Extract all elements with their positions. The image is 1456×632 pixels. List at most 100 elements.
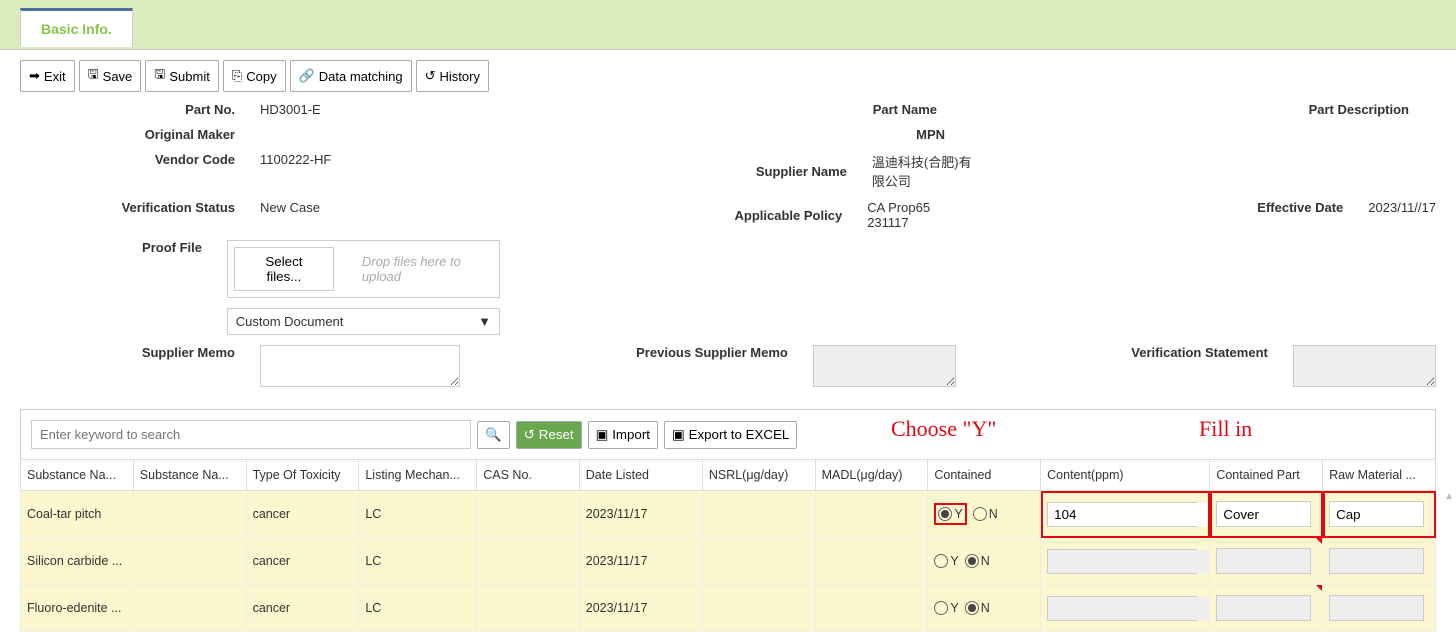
col-listing-mechanism[interactable]: Listing Mechan... [359,460,477,491]
cell-part [1210,491,1323,538]
cell-name2 [133,585,246,632]
label-part-name: Part Name [492,102,962,117]
cell-madl [815,538,928,585]
col-date-listed[interactable]: Date Listed [579,460,702,491]
toolbar: ➡Exit 🖫Save 🖫Submit ⎘Copy 🔗Data matching… [0,50,1456,102]
substance-grid: Substance Na... Substance Na... Type Of … [20,459,1436,632]
col-type-toxicity[interactable]: Type Of Toxicity [246,460,359,491]
cell-raw [1323,585,1436,632]
cell-name: Silicon carbide ... [21,538,134,585]
table-row: Fluoro-edenite ... cancer LC 2023/11/17 … [21,585,1436,632]
submit-button[interactable]: 🖫Submit [145,60,219,92]
submit-icon: 🖫 [154,65,165,87]
table-row: Coal-tar pitch cancer LC 2023/11/17 Y N … [21,491,1436,538]
save-button[interactable]: 🖫Save [79,60,142,92]
table-row: Silicon carbide ... cancer LC 2023/11/17… [21,538,1436,585]
radio-n[interactable] [973,507,987,521]
value-part-no: HD3001-E [260,102,321,117]
label-part-desc: Part Description [964,102,1434,117]
radio-y[interactable] [938,507,952,521]
col-substance-name-1[interactable]: Substance Na... [21,460,134,491]
search-input[interactable] [31,420,471,449]
col-madl[interactable]: MADL(μg/day) [815,460,928,491]
col-contained-part[interactable]: Contained Part [1210,460,1323,491]
radio-n[interactable] [965,601,979,615]
value-vendor-code: 1100222-HF [260,152,331,167]
cell-cas [477,538,580,585]
cell-name: Coal-tar pitch [21,491,134,538]
contained-part-input [1216,595,1311,621]
annotation-fill-in: Fill in [1199,416,1252,442]
col-contained[interactable]: Contained [928,460,1041,491]
supplier-memo-input[interactable] [260,345,460,387]
content-ppm-input-wrap: ▲▼ [1047,549,1197,574]
tab-basic-info[interactable]: Basic Info. [20,8,133,47]
import-button[interactable]: ▣Import [588,421,658,449]
label-effective-date: Effective Date [956,200,1368,215]
verification-statement [1293,345,1436,387]
value-supplier-name: 溫迪科技(合肥)有限公司 [872,152,980,190]
col-cas-no[interactable]: CAS No. [477,460,580,491]
col-substance-name-2[interactable]: Substance Na... [133,460,246,491]
link-icon: 🔗 [299,68,315,84]
label-verification-statement: Verification Statement [956,345,1293,360]
chevron-down-icon: ▼ [478,314,491,329]
label-prev-supplier-memo: Previous Supplier Memo [476,345,813,360]
col-nsrl[interactable]: NSRL(μg/day) [702,460,815,491]
reset-icon: ↺ [524,427,535,443]
annotation-choose-y: Choose "Y" [891,416,996,442]
cell-toxicity: cancer [246,538,359,585]
value-verification-status: New Case [260,200,320,215]
cell-nsrl [702,585,815,632]
cell-ppm: ▲▼ [1041,538,1210,585]
content-ppm-input[interactable] [1048,503,1210,526]
cell-nsrl [702,538,815,585]
value-applicable-policy: CA Prop65 231117 [867,200,956,230]
cell-contained: Y N [928,491,1041,538]
prev-supplier-memo [813,345,956,387]
exit-button[interactable]: ➡Exit [20,60,75,92]
label-original-maker: Original Maker [20,127,260,142]
label-vendor-code: Vendor Code [20,152,260,167]
label-part-no: Part No. [20,102,260,117]
radio-y[interactable] [934,554,948,568]
doc-type-dropdown[interactable]: Custom Document ▼ [227,308,500,335]
search-button[interactable]: 🔍 [477,421,510,449]
form-area: Part No.HD3001-E Part Name Part Descript… [0,102,1456,409]
cell-mechanism: LC [359,585,477,632]
contained-part-input [1216,548,1311,574]
cell-cas [477,585,580,632]
export-button[interactable]: ▣Export to EXCEL [664,421,797,449]
col-raw-material[interactable]: Raw Material ... [1323,460,1436,491]
content-ppm-input [1048,597,1210,620]
reset-button[interactable]: ↺Reset [516,421,582,449]
content-ppm-input [1048,550,1210,573]
label-applicable-policy: Applicable Policy [476,208,867,223]
export-icon: ▣ [672,427,685,443]
cell-contained: Y N [928,585,1041,632]
history-button[interactable]: ↺History [416,60,489,92]
raw-material-input[interactable] [1329,501,1424,527]
scroll-up-arrow[interactable]: ▲ [1444,491,1454,502]
cell-mechanism: LC [359,491,477,538]
copy-button[interactable]: ⎘Copy [223,60,286,92]
col-content-ppm[interactable]: Content(ppm) [1041,460,1210,491]
cell-ppm: ▲▼ [1041,491,1210,538]
radio-n[interactable] [965,554,979,568]
content-ppm-input-wrap: ▲▼ [1047,596,1197,621]
label-verification-status: Verification Status [20,200,260,215]
exit-icon: ➡ [29,68,40,84]
select-files-button[interactable]: Select files... [234,247,334,291]
cell-date: 2023/11/17 [579,538,702,585]
contained-part-input[interactable] [1216,501,1311,527]
label-proof-file: Proof File [20,240,227,255]
raw-material-input [1329,548,1424,574]
label-supplier-memo: Supplier Memo [20,345,260,360]
cell-ppm: ▲▼ [1041,585,1210,632]
cell-madl [815,491,928,538]
cell-contained: Y N [928,538,1041,585]
import-icon: ▣ [596,427,609,443]
radio-y[interactable] [934,601,948,615]
data-matching-button[interactable]: 🔗Data matching [290,60,412,92]
cell-raw [1323,538,1436,585]
